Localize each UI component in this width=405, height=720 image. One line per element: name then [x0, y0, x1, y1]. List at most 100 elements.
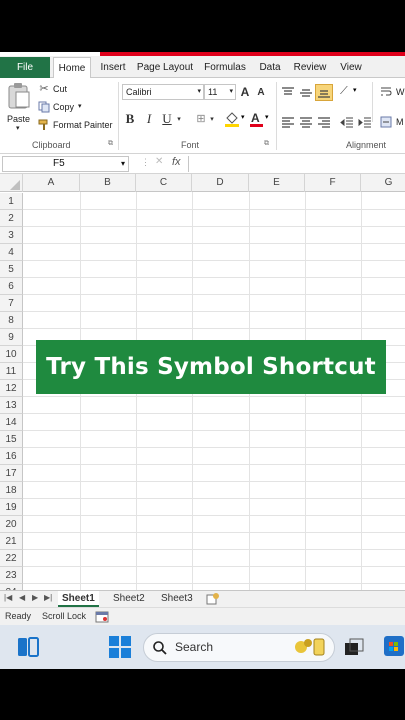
font-launcher-icon[interactable]: ⧉ [264, 140, 269, 148]
name-box[interactable]: F5 ▾ [2, 156, 129, 172]
row-header[interactable]: 23 [0, 567, 23, 584]
copy-icon [38, 101, 50, 113]
chevron-down-icon: ▾ [229, 88, 233, 95]
start-button-icon[interactable] [109, 636, 131, 658]
column-header-g[interactable]: G [361, 174, 405, 192]
column-header-e[interactable]: E [249, 174, 305, 192]
top-align-button[interactable] [281, 86, 295, 98]
formula-input[interactable] [188, 156, 405, 172]
font-color-button[interactable]: A ▾ [249, 111, 271, 129]
cancel-icon: ✕ [155, 156, 164, 167]
column-header-d[interactable]: D [192, 174, 249, 192]
paintbrush-icon [38, 119, 48, 130]
paste-icon [8, 83, 30, 109]
store-app-icon[interactable] [383, 631, 405, 657]
next-sheet-icon[interactable]: ▶ [32, 593, 38, 602]
tab-data[interactable]: Data [256, 57, 284, 78]
row-header[interactable]: 3 [0, 227, 23, 244]
align-left-button[interactable] [281, 116, 295, 128]
first-sheet-icon[interactable]: |◀ [4, 593, 12, 602]
title-banner: Try This Symbol Shortcut [36, 340, 386, 394]
clipboard-launcher-icon[interactable]: ⧉ [108, 140, 113, 148]
tab-home[interactable]: Home [53, 57, 91, 79]
bottom-align-button[interactable] [315, 84, 333, 101]
row-header[interactable]: 10 [0, 346, 23, 363]
cut-button[interactable]: ✂ Cut [38, 82, 88, 96]
underline-button[interactable]: U [161, 112, 173, 126]
column-header-b[interactable]: B [80, 174, 136, 192]
formula-bar-dots-icon: ⋮ [141, 157, 150, 167]
bold-button[interactable]: B [124, 112, 136, 126]
row-header[interactable]: 7 [0, 295, 23, 312]
wrap-text-button[interactable]: W [380, 86, 405, 100]
middle-align-button[interactable] [299, 86, 313, 98]
prev-sheet-icon[interactable]: ◀ [19, 593, 25, 602]
format-painter-button[interactable]: Format Painter [38, 118, 118, 132]
row-header[interactable]: 16 [0, 448, 23, 465]
gridline [23, 226, 405, 227]
align-right-button[interactable] [317, 116, 331, 128]
macro-record-icon[interactable] [95, 611, 109, 623]
copy-button[interactable]: Copy ▾ [38, 100, 88, 114]
merge-center-button[interactable]: M [380, 116, 405, 130]
tab-formulas[interactable]: Formulas [201, 57, 249, 78]
row-header[interactable]: 8 [0, 312, 23, 329]
column-header-a[interactable]: A [23, 174, 80, 192]
row-header[interactable]: 19 [0, 499, 23, 516]
tab-review[interactable]: Review [291, 57, 329, 78]
row-header[interactable]: 18 [0, 482, 23, 499]
increase-indent-button[interactable] [358, 116, 372, 128]
increase-font-size-button[interactable]: A [239, 85, 251, 99]
row-header[interactable]: 22 [0, 550, 23, 567]
row-header[interactable]: 6 [0, 278, 23, 295]
row-header[interactable]: 21 [0, 533, 23, 550]
row-header[interactable]: 15 [0, 431, 23, 448]
paste-button[interactable]: Paste ▾ [4, 80, 34, 132]
row-header[interactable]: 13 [0, 397, 23, 414]
column-header-c[interactable]: C [136, 174, 192, 192]
borders-dropdown-icon[interactable]: ▾ [208, 113, 216, 127]
tab-page-layout[interactable]: Page Layout [136, 57, 194, 78]
row-header[interactable]: 5 [0, 261, 23, 278]
tab-view[interactable]: View [336, 57, 366, 78]
widgets-icon[interactable] [17, 637, 39, 657]
row-header[interactable]: 1 [0, 193, 23, 210]
taskbar-search[interactable]: Search [143, 633, 335, 662]
insert-function-button[interactable]: fx [172, 156, 181, 168]
row-header[interactable]: 17 [0, 465, 23, 482]
font-size-select[interactable]: 11 ▾ [204, 84, 236, 100]
screen: File Home Insert Page Layout Formulas Da… [0, 0, 405, 720]
fill-color-button[interactable]: ▾ [224, 111, 246, 129]
new-sheet-icon[interactable] [206, 593, 220, 605]
select-all-corner[interactable] [0, 174, 23, 192]
column-headers: A B C D E F G [0, 174, 405, 192]
row-header[interactable]: 11 [0, 363, 23, 380]
column-header-f[interactable]: F [305, 174, 361, 192]
borders-button[interactable]: ⊞ [194, 112, 208, 126]
divider [118, 82, 119, 150]
font-size-value: 11 [208, 87, 218, 97]
align-center-button[interactable] [299, 116, 313, 128]
decrease-indent-button[interactable] [340, 116, 354, 128]
row-header[interactable]: 12 [0, 380, 23, 397]
scroll-lock-status: Scroll Lock [42, 611, 87, 621]
gridline [23, 260, 405, 261]
sheet-tab-sheet1[interactable]: Sheet1 [58, 591, 99, 607]
orientation-button[interactable]: ⟋ ▾ [340, 85, 360, 99]
underline-dropdown-icon[interactable]: ▾ [175, 113, 183, 127]
decrease-font-size-button[interactable]: A [256, 86, 266, 100]
search-label: Search [175, 640, 214, 654]
tab-file[interactable]: File [0, 57, 50, 78]
row-header[interactable]: 9 [0, 329, 23, 346]
tab-insert[interactable]: Insert [97, 57, 129, 78]
last-sheet-icon[interactable]: ▶| [44, 593, 52, 602]
row-header[interactable]: 14 [0, 414, 23, 431]
sheet-tab-sheet2[interactable]: Sheet2 [109, 591, 149, 607]
sheet-tab-sheet3[interactable]: Sheet3 [157, 591, 197, 607]
task-view-icon[interactable] [344, 638, 364, 656]
row-header[interactable]: 20 [0, 516, 23, 533]
row-header[interactable]: 4 [0, 244, 23, 261]
italic-button[interactable]: I [143, 112, 155, 126]
font-name-select[interactable]: Calibri ▾ [122, 84, 204, 100]
row-header[interactable]: 2 [0, 210, 23, 227]
